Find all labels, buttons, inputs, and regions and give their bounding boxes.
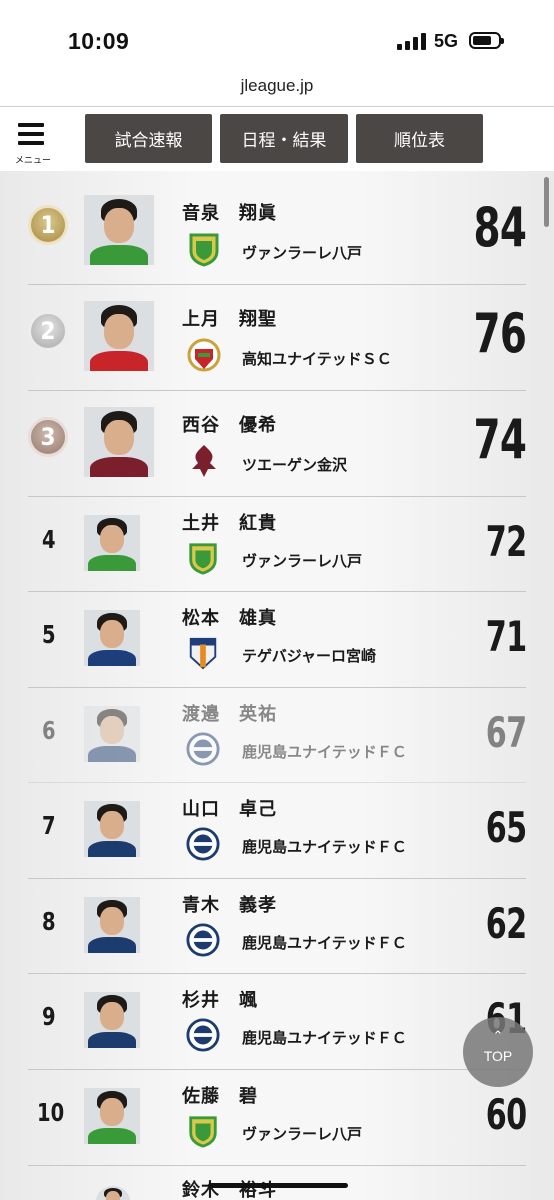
menu-button[interactable]: メニュー — [12, 119, 54, 166]
ranking-row[interactable]: 5 松本 雄真テゲバジャーロ宮崎 71 — [28, 592, 527, 688]
menu-label: メニュー — [14, 156, 51, 166]
player-photo — [84, 992, 140, 1048]
ranking-row[interactable]: 9杉井 颯鹿児島ユナイテッドＦＣ61 — [28, 974, 527, 1070]
player-photo — [84, 610, 140, 666]
club-name[interactable]: 高知ユナイテッドＳＣ — [242, 348, 392, 369]
rank-number: 7 — [42, 811, 56, 840]
player-points: 65 — [485, 803, 526, 853]
back-to-top-button[interactable]: ⌃ TOP — [463, 1017, 533, 1087]
player-name[interactable]: 西谷 優希 — [182, 411, 277, 437]
club-emblem-icon — [186, 923, 220, 957]
status-time: 10:09 — [68, 28, 130, 54]
bronze-medal-icon: 3 — [28, 417, 68, 457]
club-emblem-icon — [186, 1114, 220, 1148]
player-name[interactable]: 佐藤 碧 — [182, 1082, 258, 1108]
player-name[interactable]: 鈴木 裕斗 — [182, 1176, 277, 1200]
cellular-signal-icon — [397, 33, 426, 50]
club-emblem-icon — [186, 541, 220, 575]
player-photo — [84, 897, 140, 953]
ranking-row[interactable]: 2 上月 翔聖高知ユナイテッドＳＣ 76 — [28, 285, 527, 391]
club-emblem-icon — [186, 732, 220, 766]
status-bar: 10:09 5G jleague.jp — [0, 0, 554, 107]
club-emblem-icon — [186, 231, 222, 267]
club-name[interactable]: ツエーゲン金沢 — [242, 454, 347, 475]
player-name[interactable]: 上月 翔聖 — [182, 305, 277, 331]
player-photo — [96, 1186, 130, 1200]
player-photo — [84, 515, 140, 571]
player-points: 62 — [485, 898, 526, 948]
battery-icon — [469, 32, 504, 49]
club-emblem-icon — [186, 443, 222, 479]
ranking-row[interactable]: 3 西谷 優希ツエーゲン金沢 74 — [28, 391, 527, 497]
nav-schedule-results-button[interactable]: 日程・結果 — [220, 114, 348, 163]
ranking-row[interactable]: 1 音泉 翔眞ヴァンラーレ八戸 84 — [28, 179, 527, 285]
player-name[interactable]: 渡邉 英祐 — [182, 700, 277, 726]
site-nav: メニュー 試合速報 日程・結果 順位表 — [0, 107, 554, 171]
club-name[interactable]: ヴァンラーレ八戸 — [242, 550, 362, 571]
silver-medal-icon: 2 — [28, 311, 68, 351]
chevron-up-icon: ⌃ — [492, 1029, 504, 1044]
club-name[interactable]: 鹿児島ユナイテッドＦＣ — [242, 932, 407, 953]
home-indicator — [208, 1183, 348, 1188]
ranking-row[interactable]: 7 山口 卓己鹿児島ユナイテッドＦＣ 65 — [28, 783, 527, 879]
rank-number: 9 — [42, 1002, 56, 1031]
club-emblem-icon — [186, 1018, 220, 1052]
player-name[interactable]: 青木 義孝 — [182, 891, 277, 917]
player-name[interactable]: 松本 雄真 — [182, 604, 277, 630]
ranking-row[interactable]: 6 渡邉 英祐鹿児島ユナイテッドＦＣ 67 — [28, 688, 527, 783]
player-photo — [84, 706, 140, 762]
player-photo — [84, 301, 154, 371]
club-name[interactable]: ヴァンラーレ八戸 — [242, 1123, 362, 1144]
club-emblem-icon — [186, 827, 220, 861]
player-name[interactable]: 土井 紅貴 — [182, 509, 277, 535]
rank-number: 10 — [37, 1098, 65, 1127]
rank-number: 4 — [42, 524, 56, 554]
player-name[interactable]: 音泉 翔眞 — [182, 199, 277, 225]
club-name[interactable]: 鹿児島ユナイテッドＦＣ — [242, 741, 407, 762]
player-points: 72 — [485, 516, 526, 566]
player-points: 60 — [485, 1090, 526, 1140]
rank-number: 8 — [42, 906, 56, 936]
player-points: 76 — [473, 302, 526, 366]
player-photo — [84, 407, 154, 477]
player-points: 71 — [485, 612, 526, 662]
club-name[interactable]: 鹿児島ユナイテッドＦＣ — [242, 1027, 407, 1048]
rank-number: 5 — [42, 620, 56, 649]
player-points: 67 — [485, 707, 526, 757]
hamburger-icon — [18, 123, 44, 145]
address-bar-url[interactable]: jleague.jp — [0, 76, 554, 96]
player-photo — [84, 801, 140, 857]
player-photo — [84, 1088, 140, 1144]
network-type: 5G — [434, 31, 459, 51]
club-name[interactable]: 鹿児島ユナイテッドＦＣ — [242, 836, 407, 857]
player-points: 74 — [473, 408, 526, 472]
club-name[interactable]: ヴァンラーレ八戸 — [242, 242, 362, 263]
gold-medal-icon: 1 — [28, 205, 68, 245]
player-name[interactable]: 杉井 颯 — [182, 986, 258, 1012]
nav-standings-button[interactable]: 順位表 — [356, 114, 483, 163]
player-photo — [84, 195, 154, 265]
ranking-row[interactable]: 8 青木 義孝鹿児島ユナイテッドＦＣ 62 — [28, 879, 527, 974]
ranking-row[interactable]: 4 土井 紅貴ヴァンラーレ八戸 72 — [28, 497, 527, 592]
scrollbar[interactable] — [544, 177, 549, 227]
club-emblem-icon — [186, 636, 220, 670]
club-emblem-icon — [186, 337, 222, 373]
player-name[interactable]: 山口 卓己 — [182, 795, 277, 821]
ranking-row[interactable]: 10 佐藤 碧ヴァンラーレ八戸 60 — [28, 1070, 527, 1166]
rank-number: 6 — [42, 715, 56, 745]
player-points: 84 — [473, 196, 526, 260]
club-name[interactable]: テゲバジャーロ宮崎 — [242, 645, 376, 666]
back-to-top-label: TOP — [483, 1048, 513, 1064]
nav-live-scores-button[interactable]: 試合速報 — [85, 114, 212, 163]
